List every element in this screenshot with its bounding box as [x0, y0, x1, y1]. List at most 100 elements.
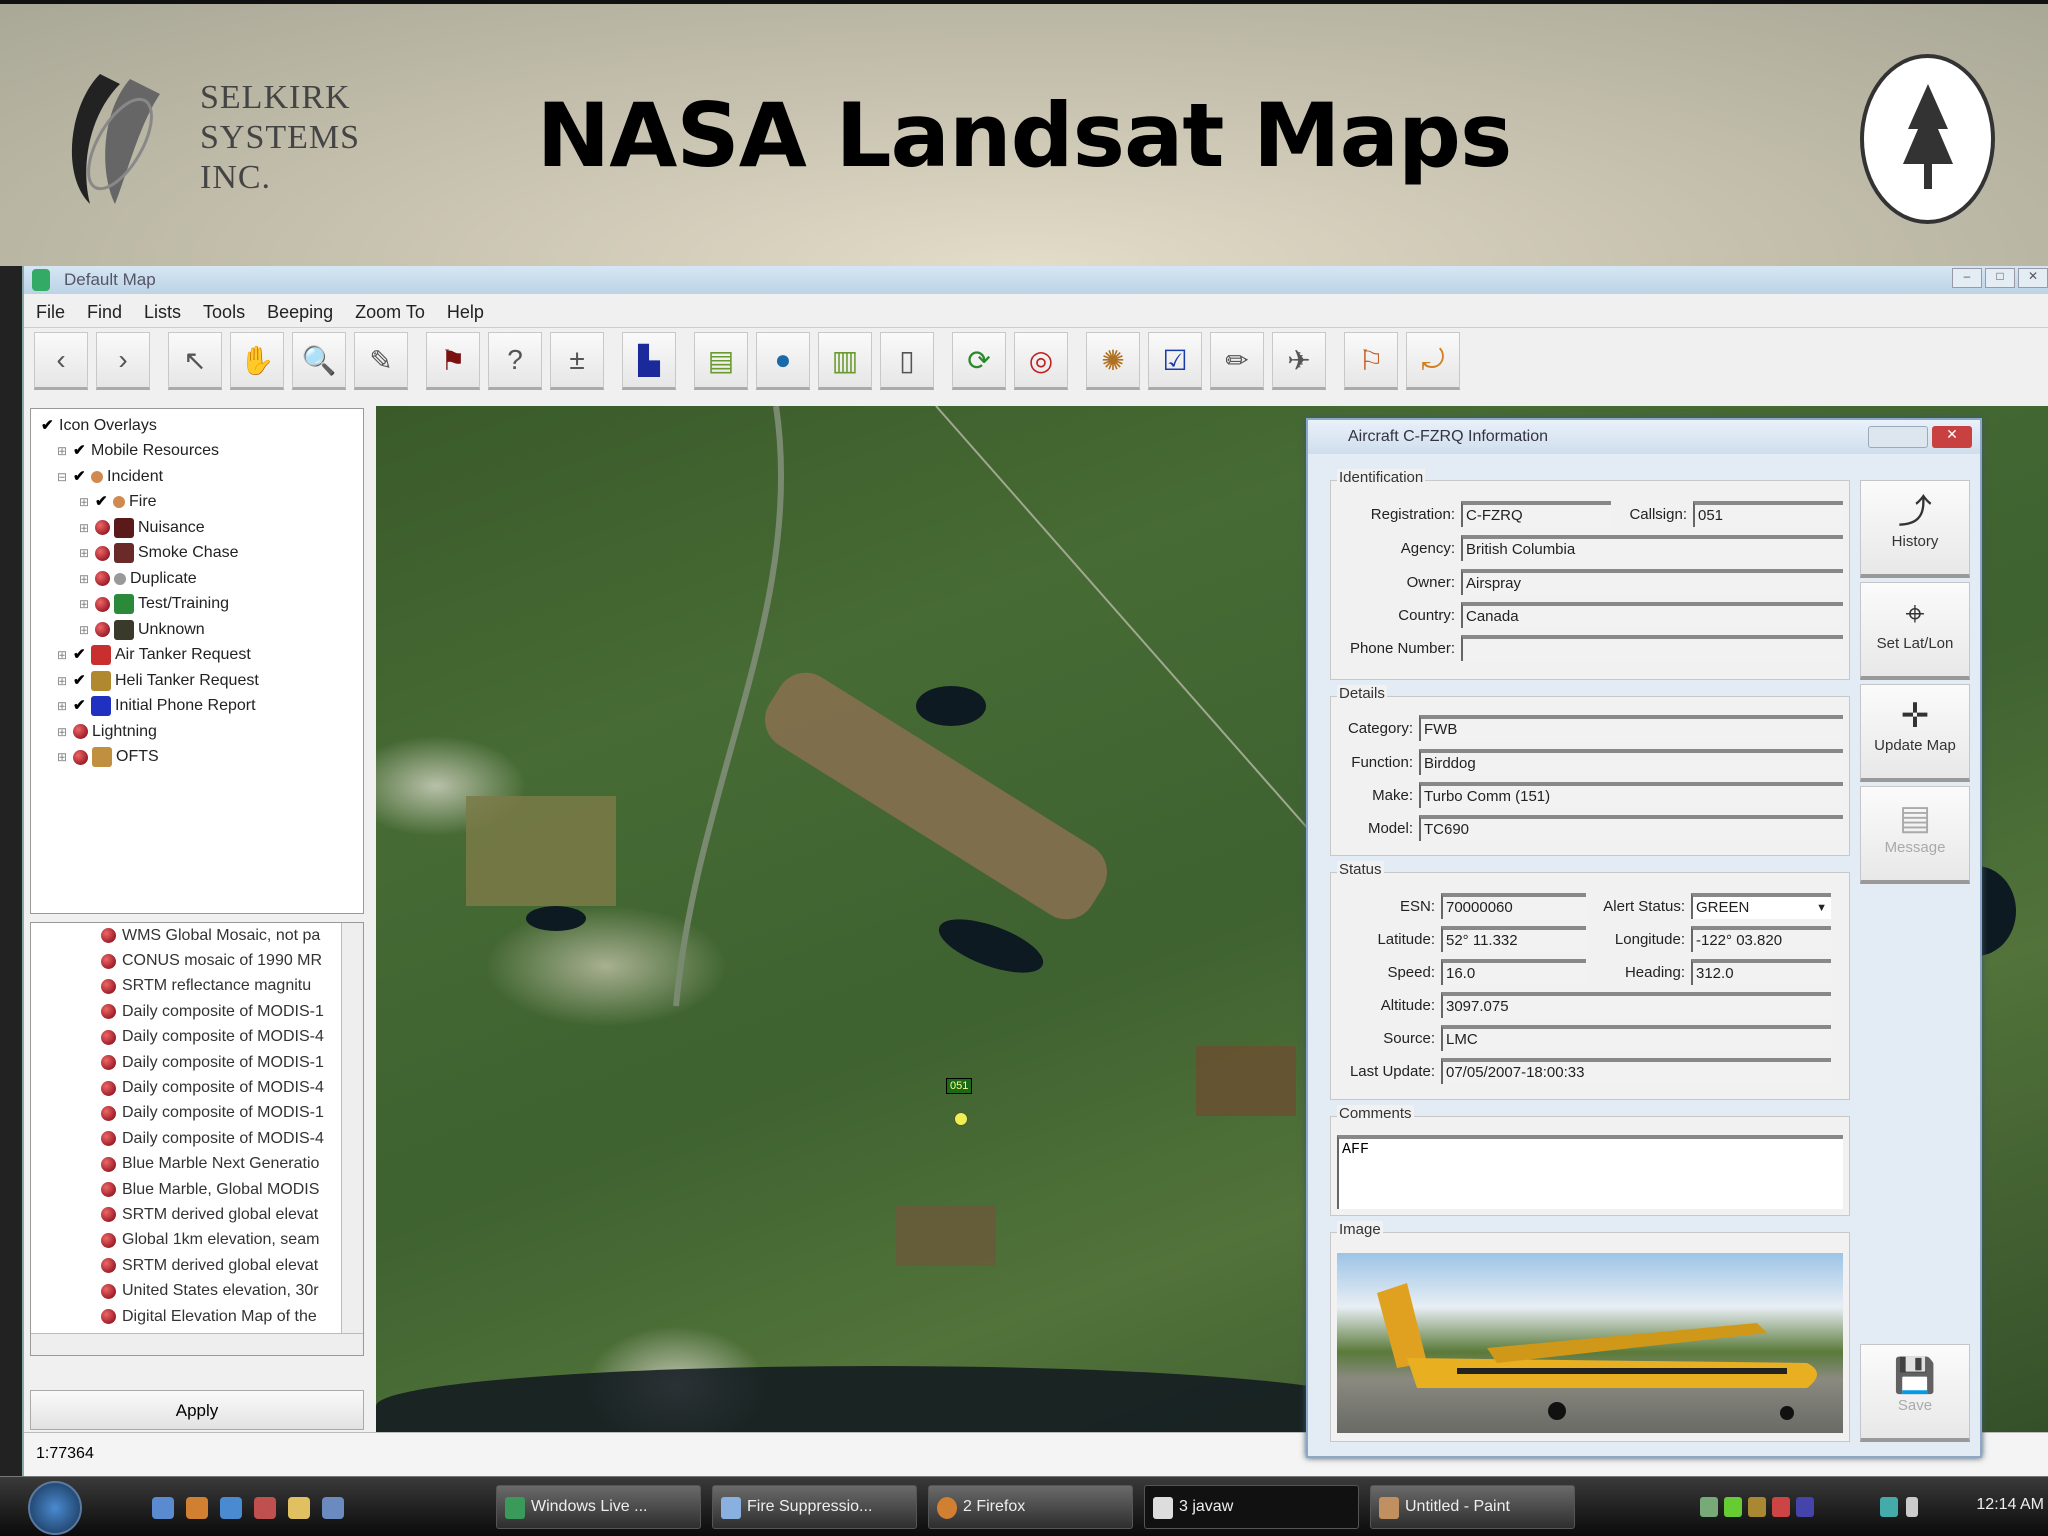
- plus-minus-tool-button[interactable]: ±: [550, 332, 604, 390]
- tray-icon[interactable]: [1700, 1497, 1718, 1517]
- menu-tools[interactable]: Tools: [203, 302, 245, 327]
- layer-item[interactable]: Daily composite of MODIS-4: [31, 1075, 363, 1100]
- disabled-dot-icon[interactable]: [95, 520, 110, 536]
- task-fire-suppression[interactable]: Fire Suppressio...: [712, 1485, 917, 1529]
- tray-icon[interactable]: [1772, 1497, 1790, 1517]
- agency-field[interactable]: British Columbia: [1461, 535, 1843, 561]
- disabled-dot-icon[interactable]: [101, 1105, 116, 1121]
- checkmark-icon[interactable]: ✔: [73, 647, 87, 662]
- phone-field[interactable]: [1461, 635, 1843, 661]
- globe-tool-button[interactable]: ●: [756, 332, 810, 390]
- layer-item[interactable]: Daily composite of MODIS-4: [31, 1025, 363, 1050]
- layer-item[interactable]: Blue Marble Next Generatio: [31, 1152, 363, 1177]
- firefox-icon[interactable]: [186, 1497, 208, 1519]
- menu-lists[interactable]: Lists: [144, 302, 181, 327]
- tree-item[interactable]: ⊞ ✔ Heli Tanker Request: [35, 668, 359, 694]
- alert-status-select[interactable]: GREEN ▼: [1691, 893, 1831, 919]
- model-field[interactable]: TC690: [1419, 815, 1843, 841]
- task-windows-live[interactable]: Windows Live ...: [496, 1485, 701, 1529]
- volume-icon[interactable]: [1906, 1497, 1918, 1517]
- expand-icon[interactable]: ⊞: [57, 444, 69, 458]
- tree-item[interactable]: ⊞ Nuisance: [35, 515, 359, 541]
- refresh-tool-button[interactable]: ⟳: [952, 332, 1006, 390]
- layer-item[interactable]: Blue Marble, Global MODIS: [31, 1177, 363, 1202]
- layer-item[interactable]: SRTM derived global elevat: [31, 1253, 363, 1278]
- app-quicklaunch-icon[interactable]: [254, 1497, 276, 1519]
- layer-item[interactable]: WMS Global Mosaic, not pa: [31, 923, 363, 948]
- layer-item[interactable]: Daily composite of MODIS-1: [31, 1050, 363, 1075]
- disabled-dot-icon[interactable]: [95, 622, 110, 638]
- dialog-minmax-buttons[interactable]: [1868, 426, 1928, 448]
- back-tool-button[interactable]: ‹: [34, 332, 88, 390]
- disabled-dot-icon[interactable]: [101, 1309, 116, 1325]
- pan-hand-tool-button[interactable]: ✋: [230, 332, 284, 390]
- layer-item[interactable]: SRTM reflectance magnitu: [31, 974, 363, 999]
- layer-item[interactable]: Daily composite of MODIS-4: [31, 1126, 363, 1151]
- fire-tool-button[interactable]: ✺: [1086, 332, 1140, 390]
- document-tool-button[interactable]: ▯: [880, 332, 934, 390]
- minimize-button[interactable]: –: [1952, 268, 1982, 288]
- expand-icon[interactable]: ⊞: [57, 648, 69, 662]
- phone-report-tool-button[interactable]: ☑: [1148, 332, 1202, 390]
- tree-item[interactable]: ⊞ ✔ Initial Phone Report: [35, 694, 359, 720]
- menu-file[interactable]: File: [36, 302, 65, 327]
- layer-item[interactable]: Digital Elevation Map of the: [31, 1304, 363, 1329]
- aircraft-marker-label[interactable]: 051: [946, 1078, 973, 1094]
- category-field[interactable]: FWB: [1419, 715, 1843, 741]
- checkmark-icon[interactable]: ✔: [95, 494, 109, 509]
- disabled-dot-icon[interactable]: [101, 1004, 116, 1020]
- speed-field[interactable]: 16.0: [1441, 959, 1586, 985]
- disabled-dot-icon[interactable]: [101, 1182, 116, 1198]
- layer-item[interactable]: United States elevation, 30r: [31, 1278, 363, 1303]
- tree-item[interactable]: ⊞ Test/Training: [35, 592, 359, 618]
- message-button[interactable]: ▤ Message: [1860, 786, 1970, 884]
- checkmark-icon[interactable]: ✔: [41, 418, 55, 433]
- tray-icon[interactable]: [1724, 1497, 1742, 1517]
- start-button[interactable]: [28, 1481, 82, 1535]
- close-button[interactable]: ✕: [2018, 268, 2048, 288]
- folder-icon[interactable]: [288, 1497, 310, 1519]
- query-tool-button[interactable]: ?: [488, 332, 542, 390]
- layer-item[interactable]: Daily composite of MODIS-1: [31, 1101, 363, 1126]
- tray-icon[interactable]: [1796, 1497, 1814, 1517]
- disabled-dot-icon[interactable]: [95, 571, 110, 587]
- expand-icon[interactable]: ⊞: [79, 623, 91, 637]
- disabled-dot-icon[interactable]: [101, 1029, 116, 1045]
- disabled-dot-icon[interactable]: [101, 1156, 116, 1172]
- pencil-tool-button[interactable]: ✏: [1210, 332, 1264, 390]
- menu-beeping[interactable]: Beeping: [267, 302, 333, 327]
- disabled-dot-icon[interactable]: [73, 749, 88, 765]
- checkmark-icon[interactable]: ✔: [73, 673, 87, 688]
- update-map-button[interactable]: ✛ Update Map: [1860, 684, 1970, 782]
- bc-map-tool-button[interactable]: ▙: [622, 332, 676, 390]
- show-desktop-icon[interactable]: [152, 1497, 174, 1519]
- disabled-dot-icon[interactable]: [101, 1080, 116, 1096]
- country-field[interactable]: Canada: [1461, 602, 1843, 628]
- tree-item[interactable]: ⊞ Lightning: [35, 719, 359, 745]
- history-button[interactable]: ⤴ History: [1860, 480, 1970, 578]
- airtanker-tool-button[interactable]: ⤾: [1406, 332, 1460, 390]
- comments-textarea[interactable]: AFF: [1337, 1135, 1843, 1209]
- clock[interactable]: 12:14 AM: [1976, 1496, 2044, 1514]
- disabled-dot-icon[interactable]: [101, 1283, 116, 1299]
- registration-field[interactable]: C-FZRQ: [1461, 501, 1611, 527]
- forward-tool-button[interactable]: ›: [96, 332, 150, 390]
- zoom-tool-button[interactable]: 🔍: [292, 332, 346, 390]
- expand-icon[interactable]: ⊞: [57, 725, 69, 739]
- disabled-dot-icon[interactable]: [101, 1232, 116, 1248]
- save-button[interactable]: 💾 Save: [1860, 1344, 1970, 1442]
- disabled-dot-icon[interactable]: [101, 1131, 116, 1147]
- checkmark-icon[interactable]: ✔: [73, 698, 87, 713]
- network-icon[interactable]: [1880, 1497, 1898, 1517]
- disabled-dot-icon[interactable]: [101, 1055, 116, 1071]
- disabled-dot-icon[interactable]: [95, 545, 110, 561]
- checkmark-icon[interactable]: ✔: [73, 469, 87, 484]
- callsign-field[interactable]: 051: [1693, 501, 1843, 527]
- target-tool-button[interactable]: ◎: [1014, 332, 1068, 390]
- expand-icon[interactable]: ⊞: [79, 546, 91, 560]
- expand-icon[interactable]: ⊞: [57, 750, 69, 764]
- tree-item[interactable]: ✔ Icon Overlays: [35, 413, 359, 439]
- make-field[interactable]: Turbo Comm (151): [1419, 782, 1843, 808]
- owner-field[interactable]: Airspray: [1461, 569, 1843, 595]
- layer-item[interactable]: SRTM derived global elevat: [31, 1202, 363, 1227]
